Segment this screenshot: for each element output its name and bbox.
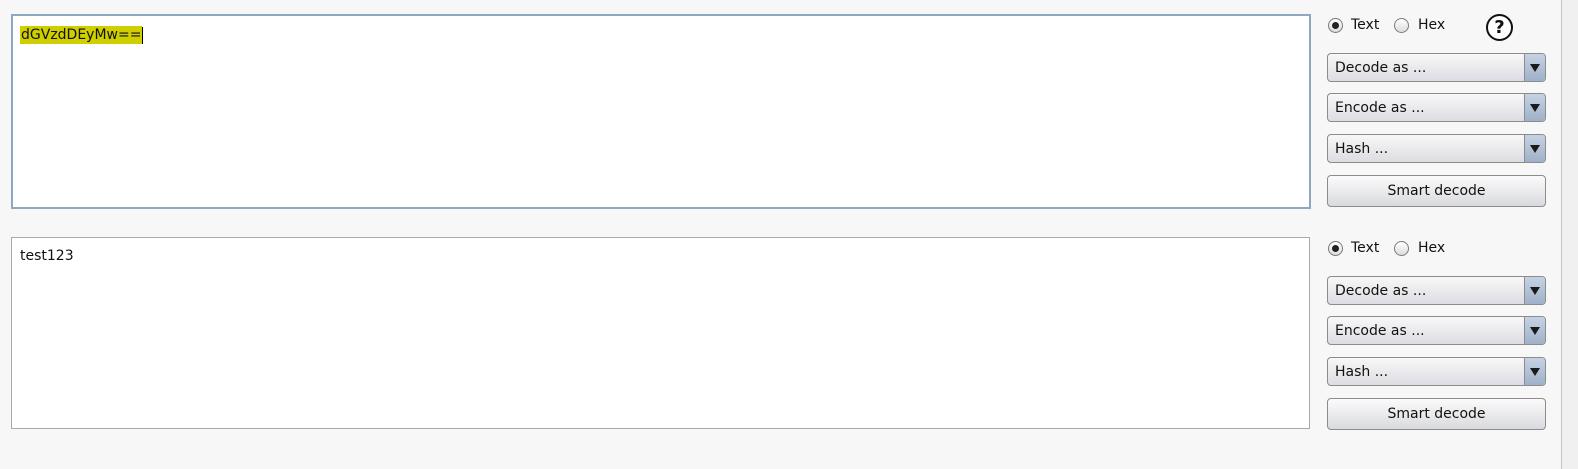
radio-text-checked-icon[interactable]: [1328, 241, 1343, 256]
dropdown-arrow-icon[interactable]: [1524, 135, 1545, 162]
decode-as-label: Decode as ...: [1335, 283, 1427, 299]
selected-text[interactable]: dGVzdDEyMw==: [20, 26, 143, 44]
smart-decode-button[interactable]: Smart decode: [1327, 398, 1546, 430]
decoder-panel-output: test123 Text Hex Decode as ... Encode as…: [0, 222, 1578, 437]
radio-hex-unchecked-icon[interactable]: [1394, 241, 1409, 256]
text-caret: [142, 27, 144, 44]
help-icon[interactable]: ?: [1486, 14, 1513, 41]
radio-text-checked-icon[interactable]: [1328, 18, 1343, 33]
dropdown-arrow-icon[interactable]: [1524, 317, 1545, 344]
decode-as-dropdown[interactable]: Decode as ...: [1327, 53, 1546, 82]
radio-hex-label[interactable]: Hex: [1418, 240, 1445, 256]
vertical-scrollbar[interactable]: [1561, 0, 1578, 469]
dropdown-arrow-icon[interactable]: [1524, 94, 1545, 121]
decode-as-label: Decode as ...: [1335, 60, 1427, 76]
hash-label: Hash ...: [1335, 141, 1389, 157]
encode-as-label: Encode as ...: [1335, 100, 1425, 116]
encode-as-dropdown[interactable]: Encode as ...: [1327, 316, 1546, 345]
decoder-window: { "panels": [ { "text_value": "dGVzdDEyM…: [0, 0, 1578, 469]
input-text-editor[interactable]: dGVzdDEyMw==: [11, 14, 1311, 209]
dropdown-arrow-icon[interactable]: [1524, 54, 1545, 81]
encode-as-dropdown[interactable]: Encode as ...: [1327, 93, 1546, 122]
hash-label: Hash ...: [1335, 364, 1389, 380]
radio-hex-unchecked-icon[interactable]: [1394, 18, 1409, 33]
format-radio-group: Text Hex: [1327, 237, 1547, 259]
decoder-panel-input: dGVzdDEyMw== Text Hex ? Decode as ... En…: [0, 0, 1578, 220]
hash-dropdown[interactable]: Hash ...: [1327, 357, 1546, 386]
dropdown-arrow-icon[interactable]: [1524, 277, 1545, 304]
smart-decode-button[interactable]: Smart decode: [1327, 175, 1546, 207]
output-text-editor[interactable]: test123: [11, 237, 1310, 429]
radio-text-label[interactable]: Text: [1351, 240, 1379, 256]
hash-dropdown[interactable]: Hash ...: [1327, 134, 1546, 163]
input-text-content: dGVzdDEyMw==: [20, 26, 144, 44]
dropdown-arrow-icon[interactable]: [1524, 358, 1545, 385]
format-radio-group: Text Hex ?: [1327, 14, 1547, 41]
radio-hex-label[interactable]: Hex: [1418, 17, 1445, 33]
radio-text-label[interactable]: Text: [1351, 17, 1379, 33]
decode-as-dropdown[interactable]: Decode as ...: [1327, 276, 1546, 305]
encode-as-label: Encode as ...: [1335, 323, 1425, 339]
output-text-content: test123: [20, 248, 74, 264]
